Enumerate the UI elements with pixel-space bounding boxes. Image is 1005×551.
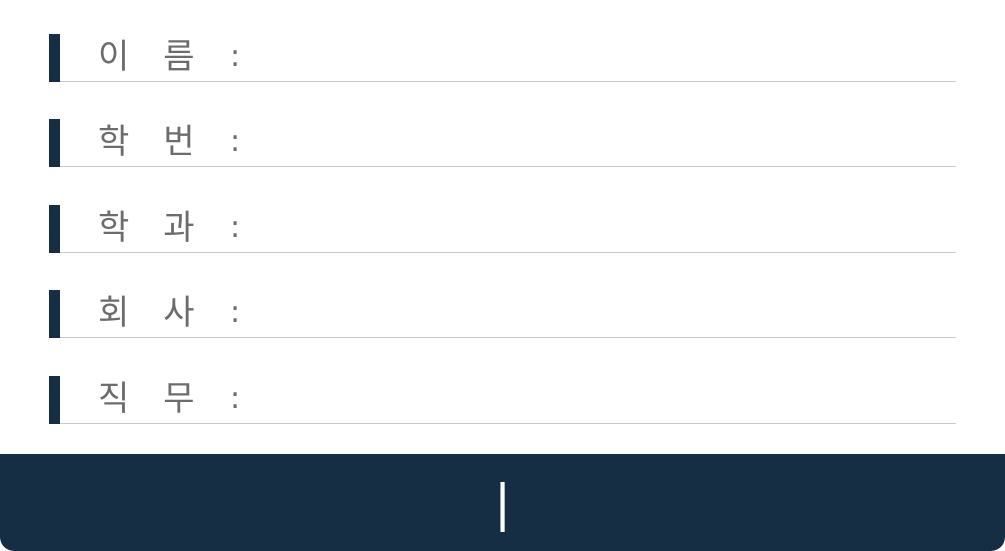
footer-bar[interactable]: | (0, 454, 1005, 551)
field-row-company: 회사 : (49, 290, 956, 338)
row-marker-bar (49, 119, 60, 167)
student-id-input[interactable] (261, 123, 956, 161)
job-role-input[interactable] (261, 380, 956, 418)
field-separator: : (230, 295, 241, 330)
field-label-department: 학과 (98, 208, 229, 248)
field-separator: : (230, 39, 241, 74)
field-row-student-id: 학번 : (49, 119, 956, 167)
field-separator: : (230, 124, 241, 159)
row-marker-bar (49, 205, 60, 253)
field-separator: : (230, 381, 241, 416)
field-row-name: 이름 : (49, 34, 956, 82)
company-input[interactable] (261, 294, 956, 332)
department-input[interactable] (261, 209, 956, 247)
field-row-department: 학과 : (49, 205, 956, 253)
field-underline (60, 166, 956, 167)
footer-text: | (494, 473, 511, 532)
field-underline (60, 252, 956, 253)
name-input[interactable] (261, 38, 956, 76)
field-underline (60, 81, 956, 82)
field-label-student-id: 학번 (98, 122, 229, 162)
field-label-job-role: 직무 (98, 379, 229, 419)
row-marker-bar (49, 34, 60, 82)
field-row-job-role: 직무 : (49, 376, 956, 424)
field-underline (60, 423, 956, 424)
field-underline (60, 337, 956, 338)
field-label-company: 회사 (98, 293, 229, 333)
row-marker-bar (49, 376, 60, 424)
profile-form: 이름 : 학번 : 학과 : 회사 : 직무 : (0, 0, 1005, 454)
field-label-name: 이름 (98, 37, 229, 77)
field-separator: : (230, 210, 241, 245)
row-marker-bar (49, 290, 60, 338)
